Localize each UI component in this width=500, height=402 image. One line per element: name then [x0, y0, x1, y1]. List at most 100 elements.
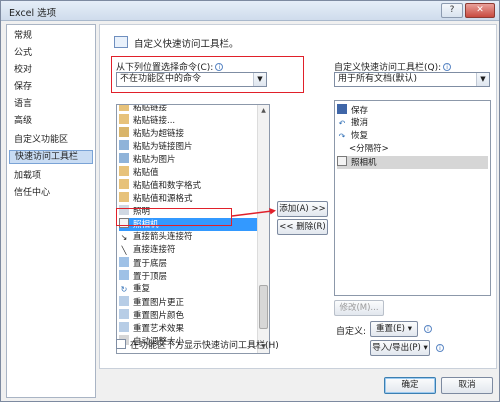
list-item[interactable]: 粘贴值 [119, 166, 257, 179]
list-item[interactable]: ↷ 恢复 [337, 130, 488, 143]
import-export-dropdown-button[interactable]: 导入/导出(P) ▾ [370, 340, 430, 356]
sidebar-item-trust-center[interactable]: 信任中心 [9, 186, 93, 200]
reset-picture-correction-icon [119, 296, 129, 306]
close-button[interactable]: ✕ [465, 3, 495, 18]
list-item[interactable]: ↻ 重复 [119, 283, 257, 296]
list-item[interactable]: 置于顶层 [119, 270, 257, 283]
info-icon: i [443, 63, 452, 71]
list-item-label: 直接连接符 [133, 245, 176, 255]
sidebar-item-add-ins[interactable]: 加载项 [9, 169, 93, 183]
sidebar-item-language[interactable]: 语言 [9, 97, 93, 111]
list-item[interactable]: 重置艺术效果 [119, 322, 257, 335]
redo-icon: ↷ [338, 132, 346, 141]
reset-picture-color-icon [119, 309, 129, 319]
list-item-label: 粘贴值和源格式 [133, 194, 193, 204]
reset-artistic-effects-icon [119, 322, 129, 332]
list-item-label: 照相机 [351, 158, 377, 168]
page-title: 自定义快速访问工具栏。 [134, 39, 239, 50]
list-item-label: 保存 [351, 106, 369, 116]
commands-scrollbar[interactable]: ▲ ▼ [257, 105, 269, 353]
chevron-down-icon[interactable]: ▼ [476, 73, 489, 86]
ok-button[interactable]: 确定 [384, 377, 436, 394]
list-item[interactable]: <分隔符> [337, 143, 488, 156]
list-item[interactable]: 粘贴链接... [119, 114, 257, 127]
qat-header-icon [114, 36, 128, 48]
straight-arrow-connector-icon: ↘ [120, 233, 128, 242]
repeat-icon: ↻ [120, 285, 128, 294]
info-icon: i [424, 325, 432, 333]
paste-values-source-icon [119, 192, 129, 202]
sidebar-item-quick-access-toolbar[interactable]: 快速访问工具栏 [9, 150, 93, 164]
list-item[interactable]: 保存 [337, 104, 488, 117]
show-below-ribbon-label: 在功能区下方显示快速访问工具栏(H) [130, 341, 279, 351]
list-item-label: 重置艺术效果 [133, 324, 185, 334]
list-item[interactable]: 重置图片更正 [119, 296, 257, 309]
list-item[interactable]: 粘贴链接 [119, 104, 257, 114]
annotation-highlight-box [111, 56, 304, 93]
add-button[interactable]: 添加(A) >> [277, 201, 328, 217]
save-icon [337, 104, 347, 114]
paste-picture-link-icon [119, 140, 129, 150]
main-panel: 自定义快速访问工具栏。 从下列位置选择命令(C): i 不在功能区中的命令 ▼ 自… [99, 24, 497, 369]
list-item[interactable]: ↶ 撤消 [337, 117, 488, 130]
customize-toolbar-dropdown[interactable]: 用于所有文档(默认) ▼ [334, 72, 490, 87]
list-item[interactable]: 粘贴为链接图片 [119, 140, 257, 153]
customize-label: 自定义: [336, 327, 367, 337]
window-title: Excel 选项 [9, 8, 57, 19]
sidebar-item-formulas[interactable]: 公式 [9, 46, 93, 60]
commands-list[interactable]: 粘贴链接 粘贴链接... 粘贴为超链接 粘贴为链接图片 粘贴为图片 粘贴值 粘贴… [116, 104, 270, 354]
list-item-label: 重置图片颜色 [133, 311, 185, 321]
list-item[interactable]: 粘贴值和数字格式 [119, 179, 257, 192]
modify-button[interactable]: 修改(M)... [334, 300, 384, 316]
show-below-ribbon-checkbox[interactable] [116, 339, 126, 349]
scroll-up-icon[interactable]: ▲ [258, 105, 269, 117]
paste-hyperlink-icon [119, 127, 129, 137]
list-item-label: 恢复 [351, 131, 369, 141]
paste-values-icon [119, 166, 129, 176]
paste-link-icon [119, 105, 129, 111]
list-item[interactable]: ↘ 直接箭头连接符 [119, 231, 257, 244]
paste-values-number-icon [119, 179, 129, 189]
bring-to-front-icon [119, 270, 129, 280]
sidebar-item-advanced[interactable]: 高级 [9, 114, 93, 128]
list-item-label: 粘贴为超链接 [133, 129, 185, 139]
annotation-highlight-box [116, 208, 232, 226]
paste-picture-icon [119, 153, 129, 163]
title-bar: Excel 选项 ? ✕ [1, 1, 499, 21]
list-item-label: 重置图片更正 [133, 298, 185, 308]
customize-toolbar-value: 用于所有文档(默认) [338, 74, 418, 84]
sidebar-item-proofing[interactable]: 校对 [9, 63, 93, 77]
list-item-selected[interactable]: 照相机 [337, 156, 488, 169]
list-item-label: 直接箭头连接符 [133, 232, 193, 242]
scrollbar-thumb[interactable] [259, 285, 268, 329]
list-item[interactable]: 粘贴为超链接 [119, 127, 257, 140]
list-item-label: 粘贴为图片 [133, 155, 176, 165]
undo-icon: ↶ [338, 119, 346, 128]
list-item[interactable]: 粘贴值和源格式 [119, 192, 257, 205]
paste-link-icon [119, 114, 129, 124]
list-item-label: 粘贴链接... [133, 116, 176, 126]
sidebar-item-general[interactable]: 常规 [9, 29, 93, 43]
straight-connector-icon: ╲ [121, 246, 127, 255]
list-item[interactable]: ╲ 直接连接符 [119, 244, 257, 257]
cancel-button[interactable]: 取消 [441, 377, 493, 394]
list-item-label: 重复 [133, 284, 151, 294]
excel-options-dialog: Excel 选项 ? ✕ 常规 公式 校对 保存 语言 高级 自定义功能区 快速… [0, 0, 500, 402]
list-item-label: <分隔符> [349, 144, 389, 154]
list-item[interactable]: 粘贴为图片 [119, 153, 257, 166]
info-icon: i [436, 344, 444, 352]
options-sidebar: 常规 公式 校对 保存 语言 高级 自定义功能区 快速访问工具栏 加载项 信任中… [6, 24, 96, 398]
camera-icon [337, 156, 347, 166]
remove-button[interactable]: << 删除(R) [277, 219, 328, 235]
help-button[interactable]: ? [441, 3, 463, 18]
toolbar-items-list[interactable]: 保存 ↶ 撤消 ↷ 恢复 <分隔符> 照相机 [334, 100, 491, 296]
list-item-label: 粘贴值 [133, 168, 159, 178]
list-item[interactable]: 置于底层 [119, 257, 257, 270]
reset-dropdown-button[interactable]: 重置(E) ▾ [370, 321, 418, 337]
sidebar-item-customize-ribbon[interactable]: 自定义功能区 [9, 133, 93, 147]
list-item-label: 粘贴为链接图片 [133, 142, 193, 152]
list-item-label: 置于底层 [133, 259, 168, 269]
list-item[interactable]: 重置图片颜色 [119, 309, 257, 322]
sidebar-item-save[interactable]: 保存 [9, 80, 93, 94]
list-item-label: 粘贴链接 [133, 104, 168, 113]
